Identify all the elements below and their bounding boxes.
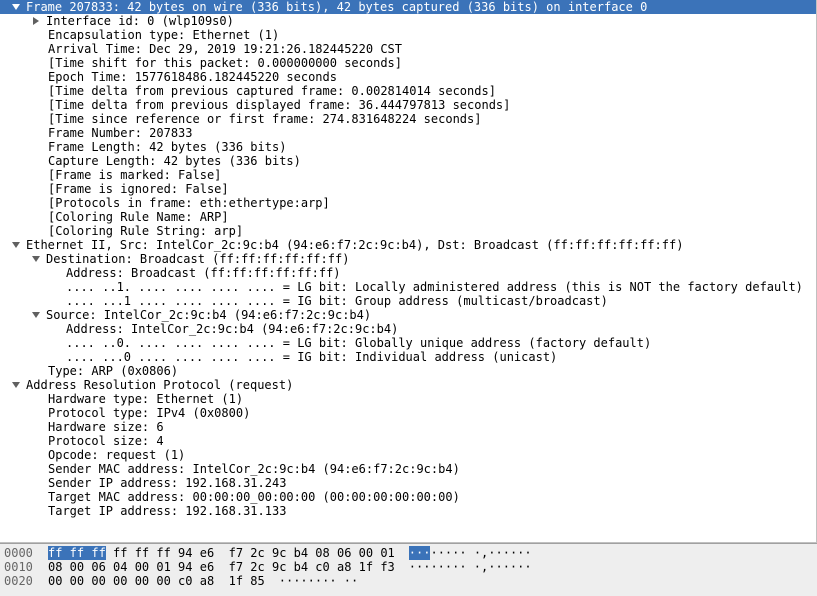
field-text: Destination: Broadcast (ff:ff:ff:ff:ff:f… — [46, 252, 349, 266]
interface-id-row[interactable]: Interface id: 0 (wlp109s0) — [0, 14, 816, 28]
hex-ascii: ········ ·,······ — [409, 546, 532, 560]
field-text: [Protocols in frame: eth:ethertype:arp] — [48, 196, 330, 210]
hex-bytes: 08 00 06 04 00 01 94 e6 f7 2c 9c b4 c0 a… — [48, 560, 395, 574]
hex-row-1[interactable]: 0010 08 00 06 04 00 01 94 e6 f7 2c 9c b4… — [4, 560, 813, 574]
field-text: Epoch Time: 1577618486.182445220 seconds — [48, 70, 337, 84]
field-text: Source: IntelCor_2c:9c:b4 (94:e6:f7:2c:9… — [46, 308, 371, 322]
encapsulation-row[interactable]: Encapsulation type: Ethernet (1) — [0, 28, 816, 42]
hex-dump-pane[interactable]: 0000 ff ff ff ff ff ff 94 e6 f7 2c 9c b4… — [0, 543, 817, 596]
hex-bytes: ff ff ff ff ff ff 94 e6 f7 2c 9c b4 08 0… — [48, 546, 395, 560]
field-text: [Frame is marked: False] — [48, 168, 221, 182]
arp-target-ip-row[interactable]: Target IP address: 192.168.31.133 — [0, 504, 816, 518]
field-text: Encapsulation type: Ethernet (1) — [48, 28, 279, 42]
field-text: [Coloring Rule Name: ARP] — [48, 210, 229, 224]
eth-src-lg-row[interactable]: .... ..0. .... .... .... .... = LG bit: … — [0, 336, 816, 350]
arp-proto-size-row[interactable]: Protocol size: 4 — [0, 434, 816, 448]
hex-offset: 0020 — [4, 574, 48, 588]
field-text: Address Resolution Protocol (request) — [26, 378, 293, 392]
frame-summary: Frame 207833: 42 bytes on wire (336 bits… — [26, 0, 647, 14]
hex-bytes: 00 00 00 00 00 00 c0 a8 1f 85 — [48, 574, 265, 588]
collapse-icon[interactable] — [10, 379, 22, 391]
eth-type-row[interactable]: Type: ARP (0x0806) — [0, 364, 816, 378]
field-text: Protocol type: IPv4 (0x0800) — [48, 406, 250, 420]
hex-offset: 0010 — [4, 560, 48, 574]
packet-details-pane[interactable]: Frame 207833: 42 bytes on wire (336 bits… — [0, 0, 817, 543]
eth-dst-lg-row[interactable]: .... ..1. .... .... .... .... = LG bit: … — [0, 280, 816, 294]
eth-src-row[interactable]: Source: IntelCor_2c:9c:b4 (94:e6:f7:2c:9… — [0, 308, 816, 322]
field-text: .... ..0. .... .... .... .... = LG bit: … — [66, 336, 651, 350]
arp-opcode-row[interactable]: Opcode: request (1) — [0, 448, 816, 462]
arp-header-row[interactable]: Address Resolution Protocol (request) — [0, 378, 816, 392]
ethernet-header-row[interactable]: Ethernet II, Src: IntelCor_2c:9c:b4 (94:… — [0, 238, 816, 252]
frame-length-row[interactable]: Frame Length: 42 bytes (336 bits) — [0, 140, 816, 154]
field-text: Arrival Time: Dec 29, 2019 19:21:26.1824… — [48, 42, 402, 56]
frame-ignored-row[interactable]: [Frame is ignored: False] — [0, 182, 816, 196]
eth-dst-ig-row[interactable]: .... ...1 .... .... .... .... = IG bit: … — [0, 294, 816, 308]
field-text: Opcode: request (1) — [48, 448, 185, 462]
hex-ascii: ········ ·,······ — [409, 560, 532, 574]
collapse-icon[interactable] — [10, 239, 22, 251]
hex-row-2[interactable]: 0020 00 00 00 00 00 00 c0 a8 1f 85 ·····… — [4, 574, 813, 588]
field-text: Sender IP address: 192.168.31.243 — [48, 476, 286, 490]
arp-sender-mac-row[interactable]: Sender MAC address: IntelCor_2c:9c:b4 (9… — [0, 462, 816, 476]
collapse-icon[interactable] — [10, 1, 22, 13]
field-text: Interface id: 0 (wlp109s0) — [46, 14, 234, 28]
coloring-string-row[interactable]: [Coloring Rule String: arp] — [0, 224, 816, 238]
field-text: .... ..1. .... .... .... .... = LG bit: … — [66, 280, 803, 294]
hex-offset: 0000 — [4, 546, 48, 560]
field-text: [Coloring Rule String: arp] — [48, 224, 243, 238]
field-text: [Time since reference or first frame: 27… — [48, 112, 481, 126]
field-text: .... ...1 .... .... .... .... = IG bit: … — [66, 294, 608, 308]
field-text: Sender MAC address: IntelCor_2c:9c:b4 (9… — [48, 462, 460, 476]
frame-number-row[interactable]: Frame Number: 207833 — [0, 126, 816, 140]
frame-marked-row[interactable]: [Frame is marked: False] — [0, 168, 816, 182]
epoch-time-row[interactable]: Epoch Time: 1577618486.182445220 seconds — [0, 70, 816, 84]
field-text: Address: IntelCor_2c:9c:b4 (94:e6:f7:2c:… — [66, 322, 398, 336]
hex-row-0[interactable]: 0000 ff ff ff ff ff ff 94 e6 f7 2c 9c b4… — [4, 546, 813, 560]
field-text: Target MAC address: 00:00:00_00:00:00 (0… — [48, 490, 460, 504]
field-text: [Time delta from previous displayed fram… — [48, 98, 510, 112]
field-text: Capture Length: 42 bytes (336 bits) — [48, 154, 301, 168]
eth-src-addr-row[interactable]: Address: IntelCor_2c:9c:b4 (94:e6:f7:2c:… — [0, 322, 816, 336]
collapse-icon[interactable] — [30, 253, 42, 265]
field-text: Frame Length: 42 bytes (336 bits) — [48, 140, 286, 154]
field-text: Target IP address: 192.168.31.133 — [48, 504, 286, 518]
field-text: [Time delta from previous captured frame… — [48, 84, 496, 98]
delta-displayed-row[interactable]: [Time delta from previous displayed fram… — [0, 98, 816, 112]
arp-proto-type-row[interactable]: Protocol type: IPv4 (0x0800) — [0, 406, 816, 420]
coloring-name-row[interactable]: [Coloring Rule Name: ARP] — [0, 210, 816, 224]
arp-hw-type-row[interactable]: Hardware type: Ethernet (1) — [0, 392, 816, 406]
arrival-time-row[interactable]: Arrival Time: Dec 29, 2019 19:21:26.1824… — [0, 42, 816, 56]
capture-length-row[interactable]: Capture Length: 42 bytes (336 bits) — [0, 154, 816, 168]
frame-header-row[interactable]: Frame 207833: 42 bytes on wire (336 bits… — [0, 0, 816, 14]
field-text: [Frame is ignored: False] — [48, 182, 229, 196]
eth-src-ig-row[interactable]: .... ...0 .... .... .... .... = IG bit: … — [0, 350, 816, 364]
hex-ascii: ········ ·· — [279, 574, 358, 588]
protocols-row[interactable]: [Protocols in frame: eth:ethertype:arp] — [0, 196, 816, 210]
eth-dst-row[interactable]: Destination: Broadcast (ff:ff:ff:ff:ff:f… — [0, 252, 816, 266]
eth-dst-addr-row[interactable]: Address: Broadcast (ff:ff:ff:ff:ff:ff) — [0, 266, 816, 280]
collapse-icon[interactable] — [30, 309, 42, 321]
field-text: [Time shift for this packet: 0.000000000… — [48, 56, 402, 70]
expand-icon[interactable] — [30, 15, 42, 27]
time-shift-row[interactable]: [Time shift for this packet: 0.000000000… — [0, 56, 816, 70]
since-reference-row[interactable]: [Time since reference or first frame: 27… — [0, 112, 816, 126]
field-text: Hardware type: Ethernet (1) — [48, 392, 243, 406]
delta-captured-row[interactable]: [Time delta from previous captured frame… — [0, 84, 816, 98]
field-text: .... ...0 .... .... .... .... = IG bit: … — [66, 350, 557, 364]
field-text: Address: Broadcast (ff:ff:ff:ff:ff:ff) — [66, 266, 341, 280]
arp-target-mac-row[interactable]: Target MAC address: 00:00:00_00:00:00 (0… — [0, 490, 816, 504]
field-text: Hardware size: 6 — [48, 420, 164, 434]
field-text: Protocol size: 4 — [48, 434, 164, 448]
field-text: Type: ARP (0x0806) — [48, 364, 178, 378]
arp-sender-ip-row[interactable]: Sender IP address: 192.168.31.243 — [0, 476, 816, 490]
field-text: Frame Number: 207833 — [48, 126, 193, 140]
field-text: Ethernet II, Src: IntelCor_2c:9c:b4 (94:… — [26, 238, 683, 252]
arp-hw-size-row[interactable]: Hardware size: 6 — [0, 420, 816, 434]
